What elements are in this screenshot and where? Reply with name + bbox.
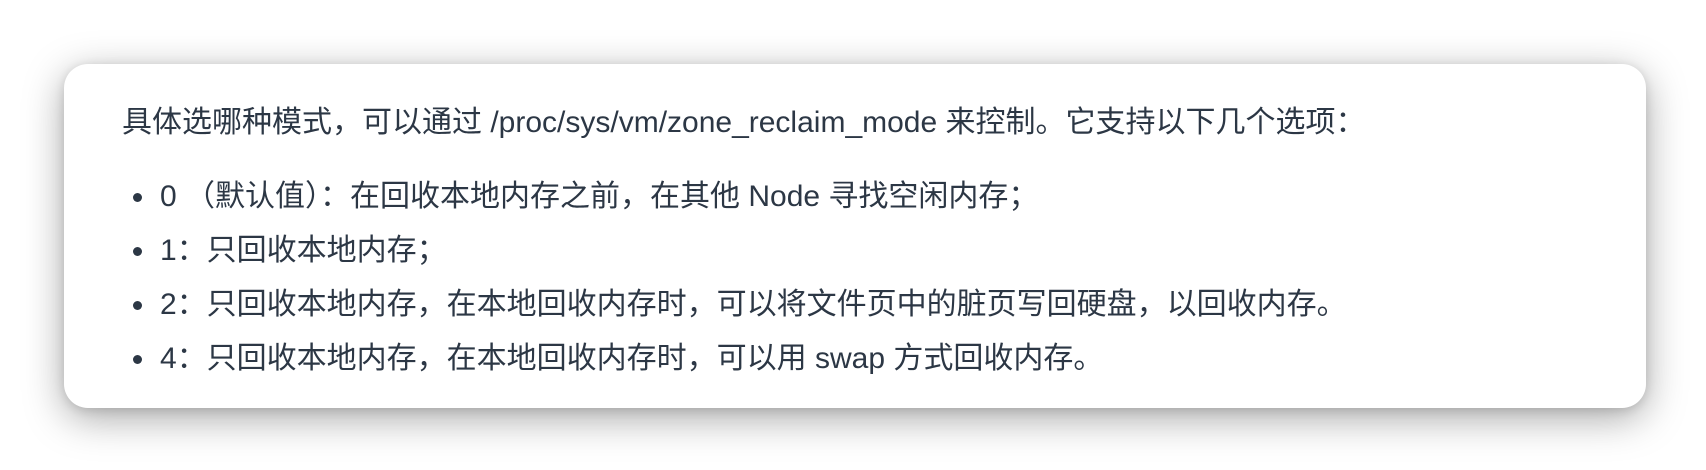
content-card: 具体选哪种模式，可以通过 /proc/sys/vm/zone_reclaim_m… xyxy=(64,64,1646,408)
list-item: 4：只回收本地内存，在本地回收内存时，可以用 swap 方式回收内存。 xyxy=(122,332,1646,386)
option-text: 0 （默认值）：在回收本地内存之前，在其他 Node 寻找空闲内存； xyxy=(160,180,1039,213)
bullet-icon xyxy=(133,301,142,310)
intro-paragraph: 具体选哪种模式，可以通过 /proc/sys/vm/zone_reclaim_m… xyxy=(122,106,1366,139)
list-item: 1：只回收本地内存； xyxy=(122,224,1646,278)
option-text: 2：只回收本地内存，在本地回收内存时，可以将文件页中的脏页写回硬盘，以回收内存。 xyxy=(160,288,1347,321)
options-list: 0 （默认值）：在回收本地内存之前，在其他 Node 寻找空闲内存； 1：只回收… xyxy=(122,170,1646,386)
list-item: 0 （默认值）：在回收本地内存之前，在其他 Node 寻找空闲内存； xyxy=(122,170,1646,224)
list-item: 2：只回收本地内存，在本地回收内存时，可以将文件页中的脏页写回硬盘，以回收内存。 xyxy=(122,278,1646,332)
option-text: 1：只回收本地内存； xyxy=(160,234,447,267)
bullet-icon xyxy=(133,247,142,256)
bullet-icon xyxy=(133,193,142,202)
option-text: 4：只回收本地内存，在本地回收内存时，可以用 swap 方式回收内存。 xyxy=(160,342,1104,375)
bullet-icon xyxy=(133,355,142,364)
